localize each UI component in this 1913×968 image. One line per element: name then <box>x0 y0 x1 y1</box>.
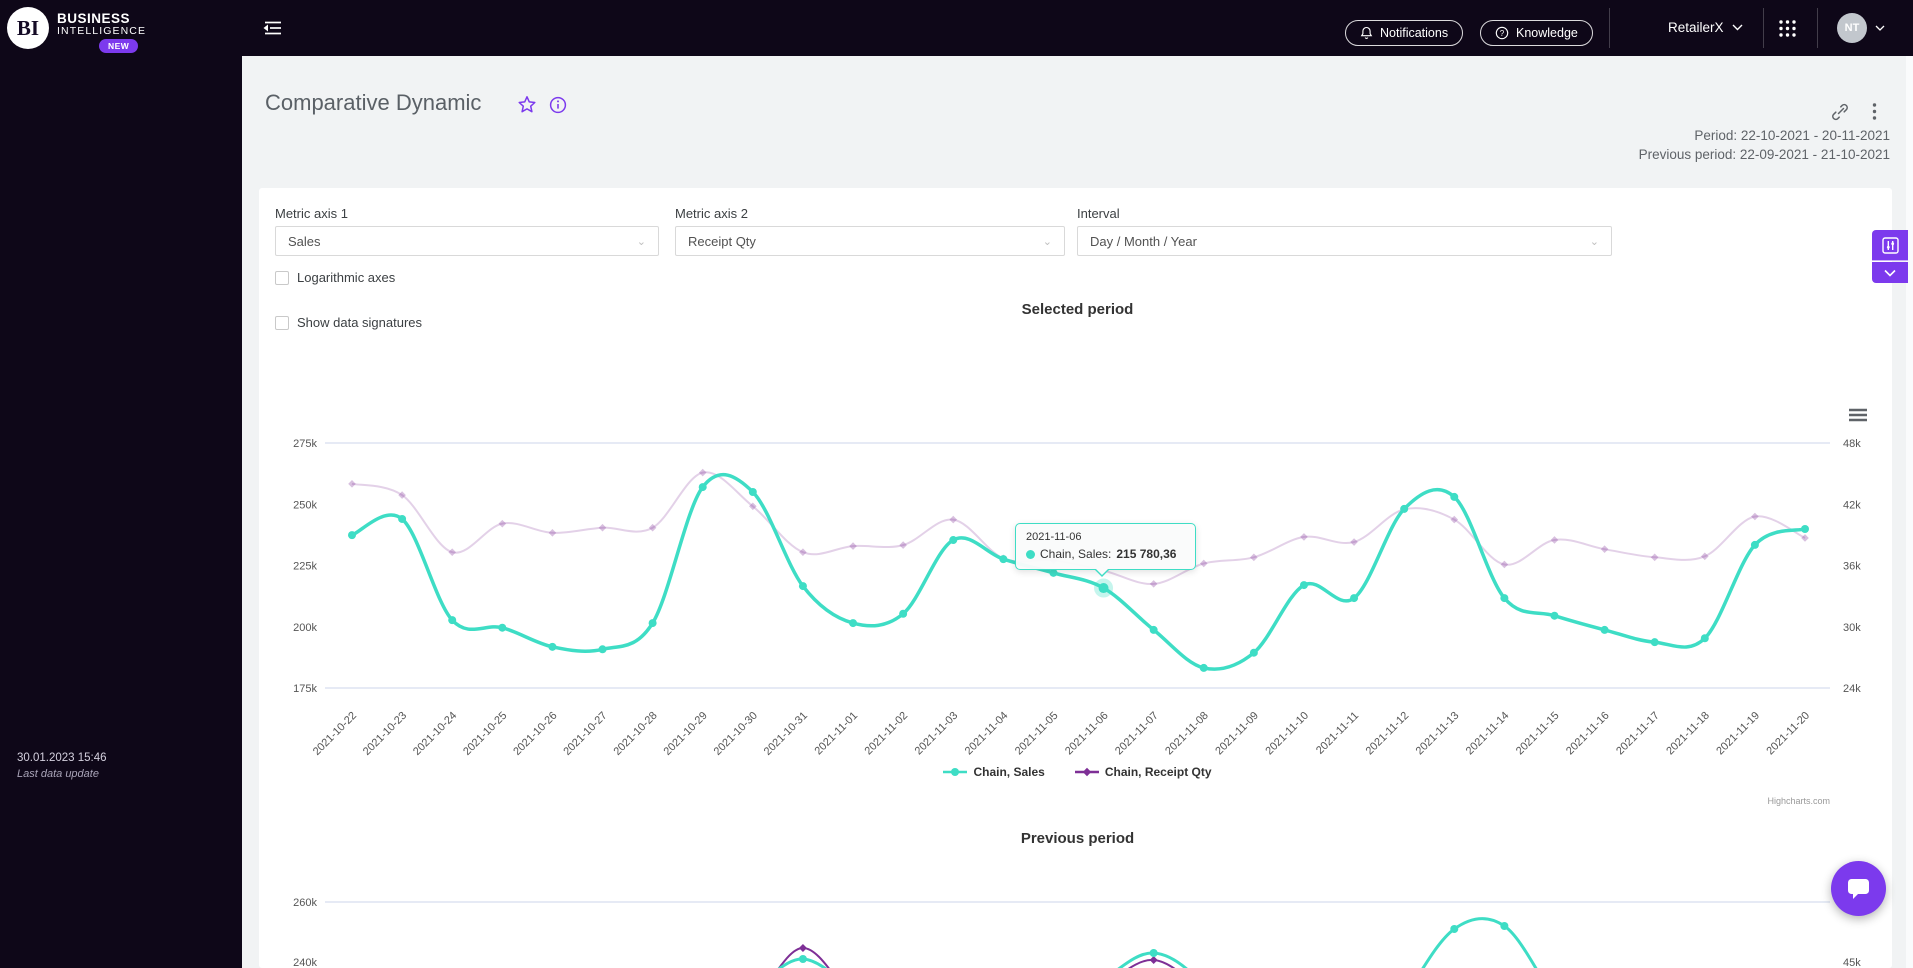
interval-select[interactable]: Day / Month / Year ⌄ <box>1077 226 1612 256</box>
metric-axis-1-label: Metric axis 1 <box>275 206 348 221</box>
favorite-star-button[interactable] <box>517 95 537 120</box>
chart-tooltip: 2021-11-06 Chain, Sales: 215 780,36 <box>1015 523 1196 577</box>
notifications-button[interactable]: Notifications <box>1345 20 1464 46</box>
highcharts-credits[interactable]: Highcharts.com <box>1600 796 1830 806</box>
tooltip-value: 215 780,36 <box>1116 547 1177 561</box>
metric-axis-1-select[interactable]: Sales ⌄ <box>275 226 659 256</box>
metric-axis-1-value: Sales <box>288 233 321 249</box>
hamburger-icon <box>1849 408 1867 422</box>
chevron-down-icon <box>1884 269 1896 277</box>
metric-axis-2-label: Metric axis 2 <box>675 206 748 221</box>
legend-label: Chain, Sales <box>973 765 1045 779</box>
kebab-menu-icon <box>1872 103 1877 120</box>
user-menu[interactable]: NT <box>1837 13 1885 43</box>
top-bar <box>0 0 1913 56</box>
tooltip-date: 2021-11-06 <box>1026 531 1082 543</box>
filter-sliders-icon <box>1881 236 1899 254</box>
last-update-time: 30.01.2023 15:46 <box>17 752 107 764</box>
brand-line2: INTELLIGENCE <box>57 25 147 37</box>
legend-item-sales[interactable]: Chain, Sales <box>943 765 1045 779</box>
collapse-panel-button[interactable] <box>1872 262 1908 283</box>
share-link-button[interactable] <box>1831 103 1849 126</box>
chat-bubble-icon <box>1848 879 1869 899</box>
grid-icon <box>1779 20 1796 37</box>
checkbox-box[interactable] <box>275 315 289 330</box>
interval-value: Day / Month / Year <box>1090 233 1197 249</box>
topbar-divider <box>1609 8 1610 48</box>
last-update-caption: Last data update <box>17 768 99 780</box>
period-label: Period: 22-10-2021 - 20-11-2021 <box>1694 128 1890 143</box>
chevron-down-icon: ⌄ <box>1589 235 1599 248</box>
legend-item-receipt-qty[interactable]: Chain, Receipt Qty <box>1074 765 1212 779</box>
star-icon <box>518 96 536 113</box>
previous-period-title: Previous period <box>1020 830 1135 847</box>
tooltip-pointer <box>1095 567 1109 582</box>
filter-panel-toggle-button[interactable] <box>1872 230 1908 261</box>
chevron-down-icon: ⌄ <box>636 235 646 248</box>
legend-marker-circle <box>943 768 968 776</box>
info-button[interactable] <box>549 96 567 119</box>
new-badge: NEW <box>99 39 139 53</box>
knowledge-label: Knowledge <box>1516 26 1578 40</box>
checkbox-box[interactable] <box>275 270 289 285</box>
chevron-down-icon <box>1732 24 1743 31</box>
retailer-label: RetailerX <box>1668 20 1724 35</box>
chart-legend: Chain, Sales Chain, Receipt Qty <box>325 765 1830 779</box>
bell-icon <box>1360 26 1373 40</box>
legend-label: Chain, Receipt Qty <box>1104 765 1212 779</box>
topbar-divider <box>1817 8 1818 48</box>
interval-label: Interval <box>1077 206 1120 221</box>
series-dot-icon <box>1026 549 1035 559</box>
logarithmic-axes-checkbox[interactable]: Logarithmic axes <box>275 270 395 285</box>
retailer-selector[interactable]: RetailerX <box>1668 20 1743 35</box>
notifications-label: Notifications <box>1380 26 1449 40</box>
selected-period-title: Selected period <box>1021 301 1134 318</box>
page-title: Comparative Dynamic <box>265 90 482 115</box>
metric-axis-2-value: Receipt Qty <box>688 233 756 249</box>
chat-fab-button[interactable] <box>1831 861 1886 916</box>
app-logo[interactable]: BI <box>7 7 49 49</box>
collapse-sidebar-button[interactable] <box>262 19 282 42</box>
chevron-down-icon: ⌄ <box>1042 235 1052 248</box>
brand-line1: BUSINESS <box>57 11 131 26</box>
svg-text:?: ? <box>1500 29 1505 38</box>
metric-axis-2-select[interactable]: Receipt Qty ⌄ <box>675 226 1065 256</box>
chevron-down-icon <box>1875 25 1885 31</box>
apps-grid-button[interactable] <box>1778 19 1797 43</box>
checkbox-label: Logarithmic axes <box>297 270 396 285</box>
knowledge-button[interactable]: ? Knowledge <box>1480 20 1593 46</box>
question-circle-icon: ? <box>1495 26 1509 40</box>
topbar-divider <box>1763 8 1764 48</box>
more-options-button[interactable] <box>1868 102 1881 126</box>
avatar[interactable]: NT <box>1837 13 1867 43</box>
collapse-sidebar-icon <box>263 21 281 35</box>
sidebar <box>0 56 242 968</box>
legend-marker-diamond <box>1074 767 1099 777</box>
info-icon <box>549 96 567 114</box>
tooltip-series: Chain, Sales: <box>1040 547 1112 561</box>
scrollbar[interactable] <box>1906 56 1913 968</box>
previous-period-label: Previous period: 22-09-2021 - 21-10-2021 <box>1638 147 1890 162</box>
chart-context-menu-button[interactable] <box>1849 408 1867 427</box>
link-icon <box>1832 103 1848 121</box>
